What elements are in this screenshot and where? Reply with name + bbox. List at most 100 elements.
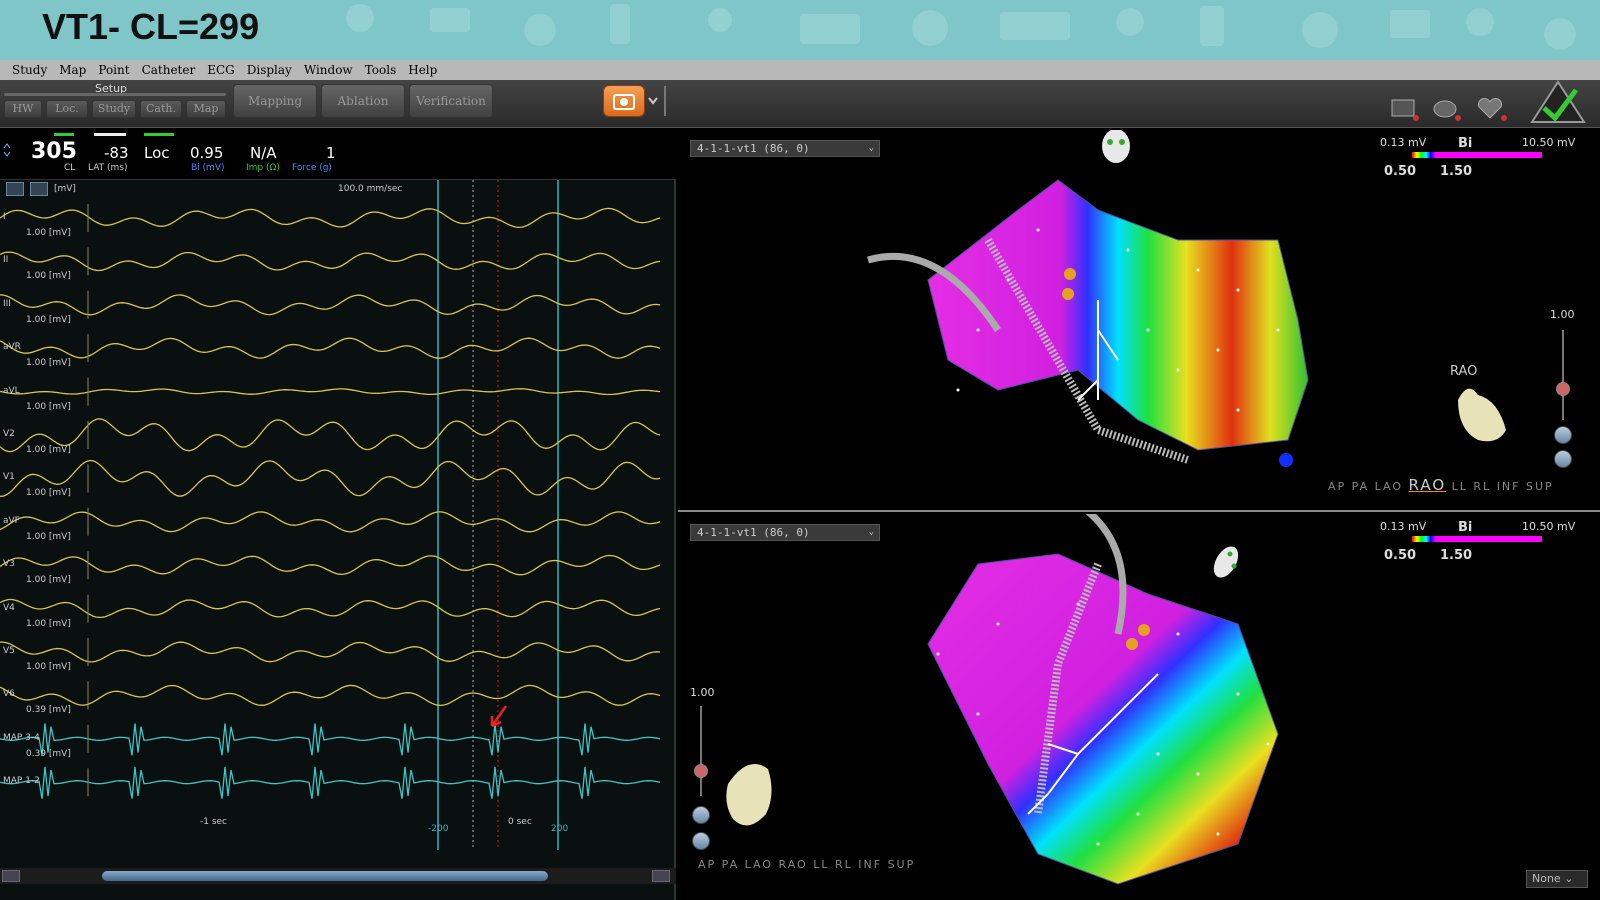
horizontal-scrollbar[interactable] bbox=[0, 868, 676, 884]
zoom-slider[interactable] bbox=[700, 706, 702, 796]
spinner-icon[interactable] bbox=[3, 142, 11, 158]
done-check-icon[interactable] bbox=[1528, 80, 1588, 126]
ecg-trace-map-1-2[interactable] bbox=[0, 766, 661, 799]
ecg-trace-v5[interactable] bbox=[0, 641, 661, 663]
mapping-button[interactable]: Mapping bbox=[233, 84, 317, 118]
verification-button[interactable]: Verification bbox=[409, 84, 493, 118]
ecg-trace-avf[interactable] bbox=[0, 511, 661, 533]
cl-value: 305 bbox=[31, 139, 77, 164]
time-label-minus-1s: -1 sec bbox=[200, 817, 228, 827]
ecg-trace-v4[interactable] bbox=[0, 598, 661, 619]
chevron-down-icon[interactable] bbox=[647, 96, 659, 106]
heart-map-render[interactable] bbox=[678, 130, 1600, 512]
scroll-left-button[interactable] bbox=[2, 870, 20, 882]
zoom-slider-knob[interactable] bbox=[1556, 382, 1570, 396]
rotate-down-button[interactable] bbox=[692, 806, 710, 824]
trace-name: I bbox=[3, 212, 6, 222]
loc-value: Loc bbox=[144, 144, 170, 162]
ablation-button[interactable]: Ablation bbox=[321, 84, 405, 118]
tab-map[interactable]: Map bbox=[186, 100, 226, 118]
menu-study[interactable]: Study bbox=[12, 63, 47, 77]
tool-icon[interactable] bbox=[6, 182, 24, 196]
trace-scale: 1.00 [mV] bbox=[26, 271, 71, 282]
tab-hw[interactable]: HW bbox=[4, 100, 42, 118]
tab-study[interactable]: Study bbox=[92, 100, 136, 118]
lat-value: -83 bbox=[104, 144, 129, 162]
point-info-bar: 305 CL -83 LAT (ms) Loc 0.95 Bi (mV) N/A… bbox=[0, 130, 676, 180]
view-sup[interactable]: SUP bbox=[888, 858, 916, 871]
menu-help[interactable]: Help bbox=[408, 63, 437, 77]
menu-catheter[interactable]: Catheter bbox=[142, 63, 196, 77]
view-lao[interactable]: LAO bbox=[1375, 480, 1403, 493]
trace-name: III bbox=[3, 298, 11, 309]
ecg-trace-avr[interactable] bbox=[0, 337, 661, 359]
view-sup[interactable]: SUP bbox=[1526, 480, 1554, 493]
map-view-top[interactable]: 4-1-1-vt1 (86, 0) ⌄ 0.13 mV Bi 10.50 mV 0… bbox=[678, 130, 1600, 512]
menu-window[interactable]: Window bbox=[304, 63, 353, 77]
view-ll[interactable]: LL bbox=[813, 858, 829, 871]
view-lao[interactable]: LAO bbox=[745, 858, 773, 871]
menu-point[interactable]: Point bbox=[98, 63, 129, 77]
heart-monitor-icon[interactable] bbox=[1432, 98, 1462, 122]
sweep-speed: 100.0 mm/sec bbox=[338, 184, 403, 194]
reset-view-button[interactable] bbox=[692, 832, 710, 850]
snapshot-button[interactable] bbox=[603, 85, 645, 117]
ecg-trace-v2[interactable] bbox=[0, 418, 661, 453]
trace-name: aVL bbox=[3, 385, 20, 396]
view-rao[interactable]: RAO bbox=[779, 858, 808, 871]
overlay-select[interactable]: None ⌄ bbox=[1526, 870, 1588, 888]
toolbar: Setup HW Loc. Study Cath. Map Mapping Ab… bbox=[0, 80, 1600, 128]
title-banner: VT1- CL=299 bbox=[0, 0, 1600, 60]
view-presets: AP PA LAO RAO LL RL INF SUP bbox=[698, 858, 915, 871]
caliper-icon[interactable] bbox=[30, 182, 48, 196]
trace-name: MAP 3-4 bbox=[3, 732, 40, 743]
ecg-panel: 305 CL -83 LAT (ms) Loc 0.95 Bi (mV) N/A… bbox=[0, 130, 676, 900]
menu-tools[interactable]: Tools bbox=[365, 63, 397, 77]
ecg-trace-v3[interactable] bbox=[0, 554, 661, 576]
ecg-trace-i[interactable] bbox=[0, 207, 661, 229]
map-view-bottom[interactable]: 4-1-1-vt1 (86, 0) ⌄ 0.13 mV Bi 10.50 mV 0… bbox=[678, 514, 1600, 900]
trace-name: V6 bbox=[3, 689, 15, 700]
tab-loc[interactable]: Loc. bbox=[46, 100, 88, 118]
view-pa[interactable]: PA bbox=[1352, 480, 1369, 493]
view-ll[interactable]: LL bbox=[1452, 480, 1468, 493]
ecg-trace-ii[interactable] bbox=[0, 251, 661, 272]
ecg-trace-v1[interactable] bbox=[0, 459, 661, 497]
trace-scale: 1.00 [mV] bbox=[26, 488, 71, 499]
ecg-trace-map-3-4[interactable] bbox=[0, 723, 661, 756]
menu-display[interactable]: Display bbox=[247, 63, 292, 77]
monitor-icon[interactable] bbox=[1390, 98, 1420, 122]
ecg-trace-v6[interactable] bbox=[0, 684, 661, 707]
trace-name: V5 bbox=[3, 646, 15, 656]
view-ap[interactable]: AP bbox=[698, 858, 716, 871]
trace-name: aVF bbox=[3, 515, 20, 526]
zoom-slider-knob[interactable] bbox=[694, 764, 708, 778]
view-rl[interactable]: RL bbox=[835, 858, 853, 871]
time-label-0s: 0 sec bbox=[508, 817, 532, 827]
trace-scale: 1.00 [mV] bbox=[26, 575, 71, 586]
reset-view-button[interactable] bbox=[1554, 450, 1572, 468]
unit-label: [mV] bbox=[54, 184, 76, 194]
view-rl[interactable]: RL bbox=[1473, 480, 1491, 493]
ecg-traces[interactable] bbox=[0, 180, 676, 868]
view-inf[interactable]: INF bbox=[858, 858, 882, 871]
orientation-label: RAO bbox=[1450, 364, 1478, 379]
menu-ecg[interactable]: ECG bbox=[207, 63, 235, 77]
lat-indicator bbox=[94, 133, 126, 136]
scroll-thumb[interactable] bbox=[102, 871, 548, 881]
view-pa[interactable]: PA bbox=[722, 858, 739, 871]
view-inf[interactable]: INF bbox=[1497, 480, 1521, 493]
rotate-down-button[interactable] bbox=[1554, 426, 1572, 444]
trace-scale: 1.00 [mV] bbox=[26, 445, 71, 455]
heart-icon[interactable] bbox=[1476, 96, 1508, 122]
scroll-right-button[interactable] bbox=[652, 870, 670, 882]
zoom-slider[interactable] bbox=[1562, 330, 1564, 420]
trace-scale: 1.00 [mV] bbox=[26, 401, 71, 412]
menu-map[interactable]: Map bbox=[59, 63, 86, 77]
heart-map-render[interactable] bbox=[678, 514, 1600, 900]
view-rao[interactable]: RAO bbox=[1409, 476, 1447, 494]
tab-cath[interactable]: Cath. bbox=[140, 100, 182, 118]
ecg-trace-iii[interactable] bbox=[0, 294, 661, 316]
ecg-trace-avl[interactable] bbox=[0, 388, 661, 396]
view-ap[interactable]: AP bbox=[1328, 480, 1346, 493]
